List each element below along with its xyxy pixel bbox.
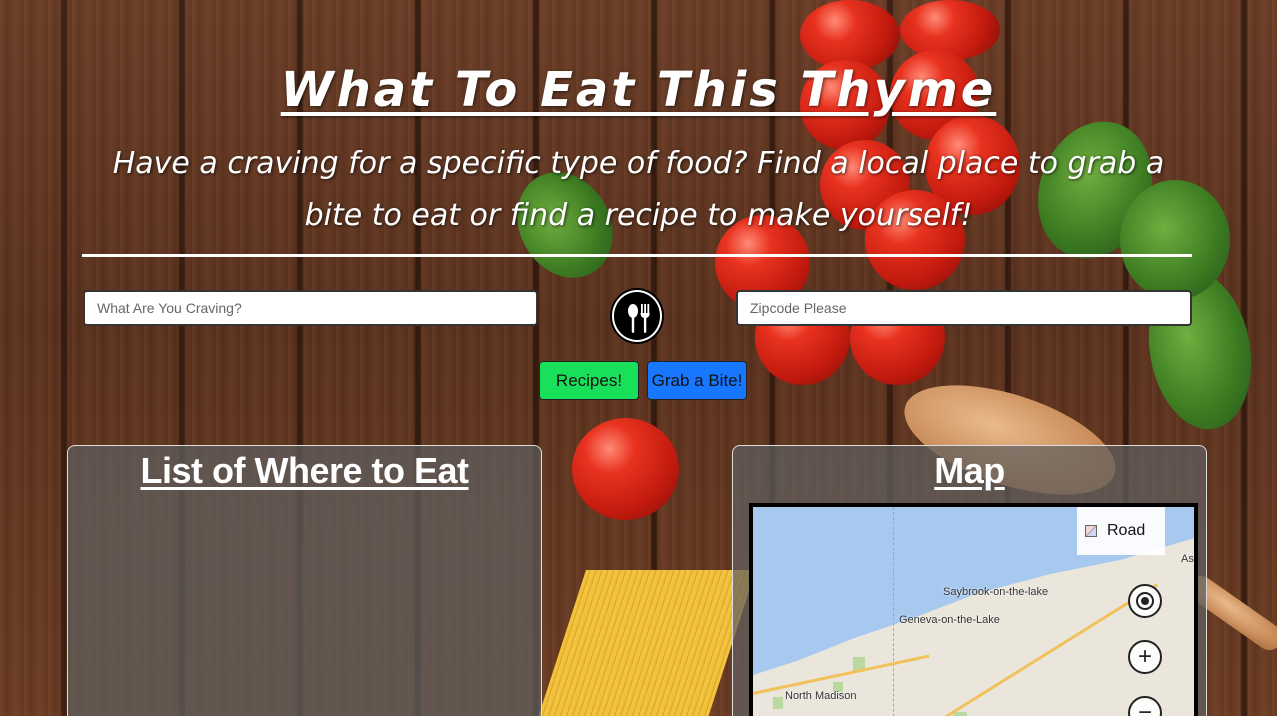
page-content: What To Eat This Thyme Have a craving fo… — [0, 0, 1277, 716]
locate-icon[interactable] — [1128, 584, 1162, 618]
zoom-in-glyph: + — [1137, 643, 1152, 670]
header-divider — [82, 254, 1192, 257]
map-place-label: Geneva-on-the-Lake — [899, 614, 1000, 626]
zoom-in-icon[interactable]: + — [1128, 640, 1162, 674]
page-subtitle: Have a craving for a specific type of fo… — [112, 146, 1165, 233]
spoon-fork-icon — [612, 290, 662, 342]
map-title: Map — [934, 450, 1005, 491]
road-layer-icon — [1085, 525, 1097, 537]
road-layer-toggle[interactable]: Road — [1077, 507, 1165, 555]
grab-a-bite-button[interactable]: Grab a Bite! — [647, 361, 747, 400]
restaurant-list-panel: List of Where to Eat — [67, 445, 542, 716]
map-view[interactable]: Saybrook-on-the-lake Geneva-on-the-Lake … — [749, 503, 1198, 716]
map-place-label: As — [1181, 553, 1194, 565]
zipcode-input[interactable] — [736, 290, 1192, 326]
restaurant-list-title: List of Where to Eat — [140, 450, 469, 491]
page-title: What To Eat This Thyme — [280, 62, 997, 118]
zoom-out-icon[interactable]: − — [1128, 696, 1162, 716]
road-layer-label: Road — [1107, 522, 1146, 539]
map-place-label: North Madison — [785, 690, 857, 702]
map-place-label: Saybrook-on-the-lake — [943, 586, 1049, 598]
map-panel: Map Saybrook-on-the-lake Geneva-on-the-L… — [732, 445, 1207, 716]
craving-input[interactable] — [83, 290, 538, 326]
zoom-out-glyph: − — [1137, 699, 1152, 716]
county-border — [893, 507, 894, 716]
recipes-button[interactable]: Recipes! — [539, 361, 639, 400]
park-area — [773, 697, 783, 709]
